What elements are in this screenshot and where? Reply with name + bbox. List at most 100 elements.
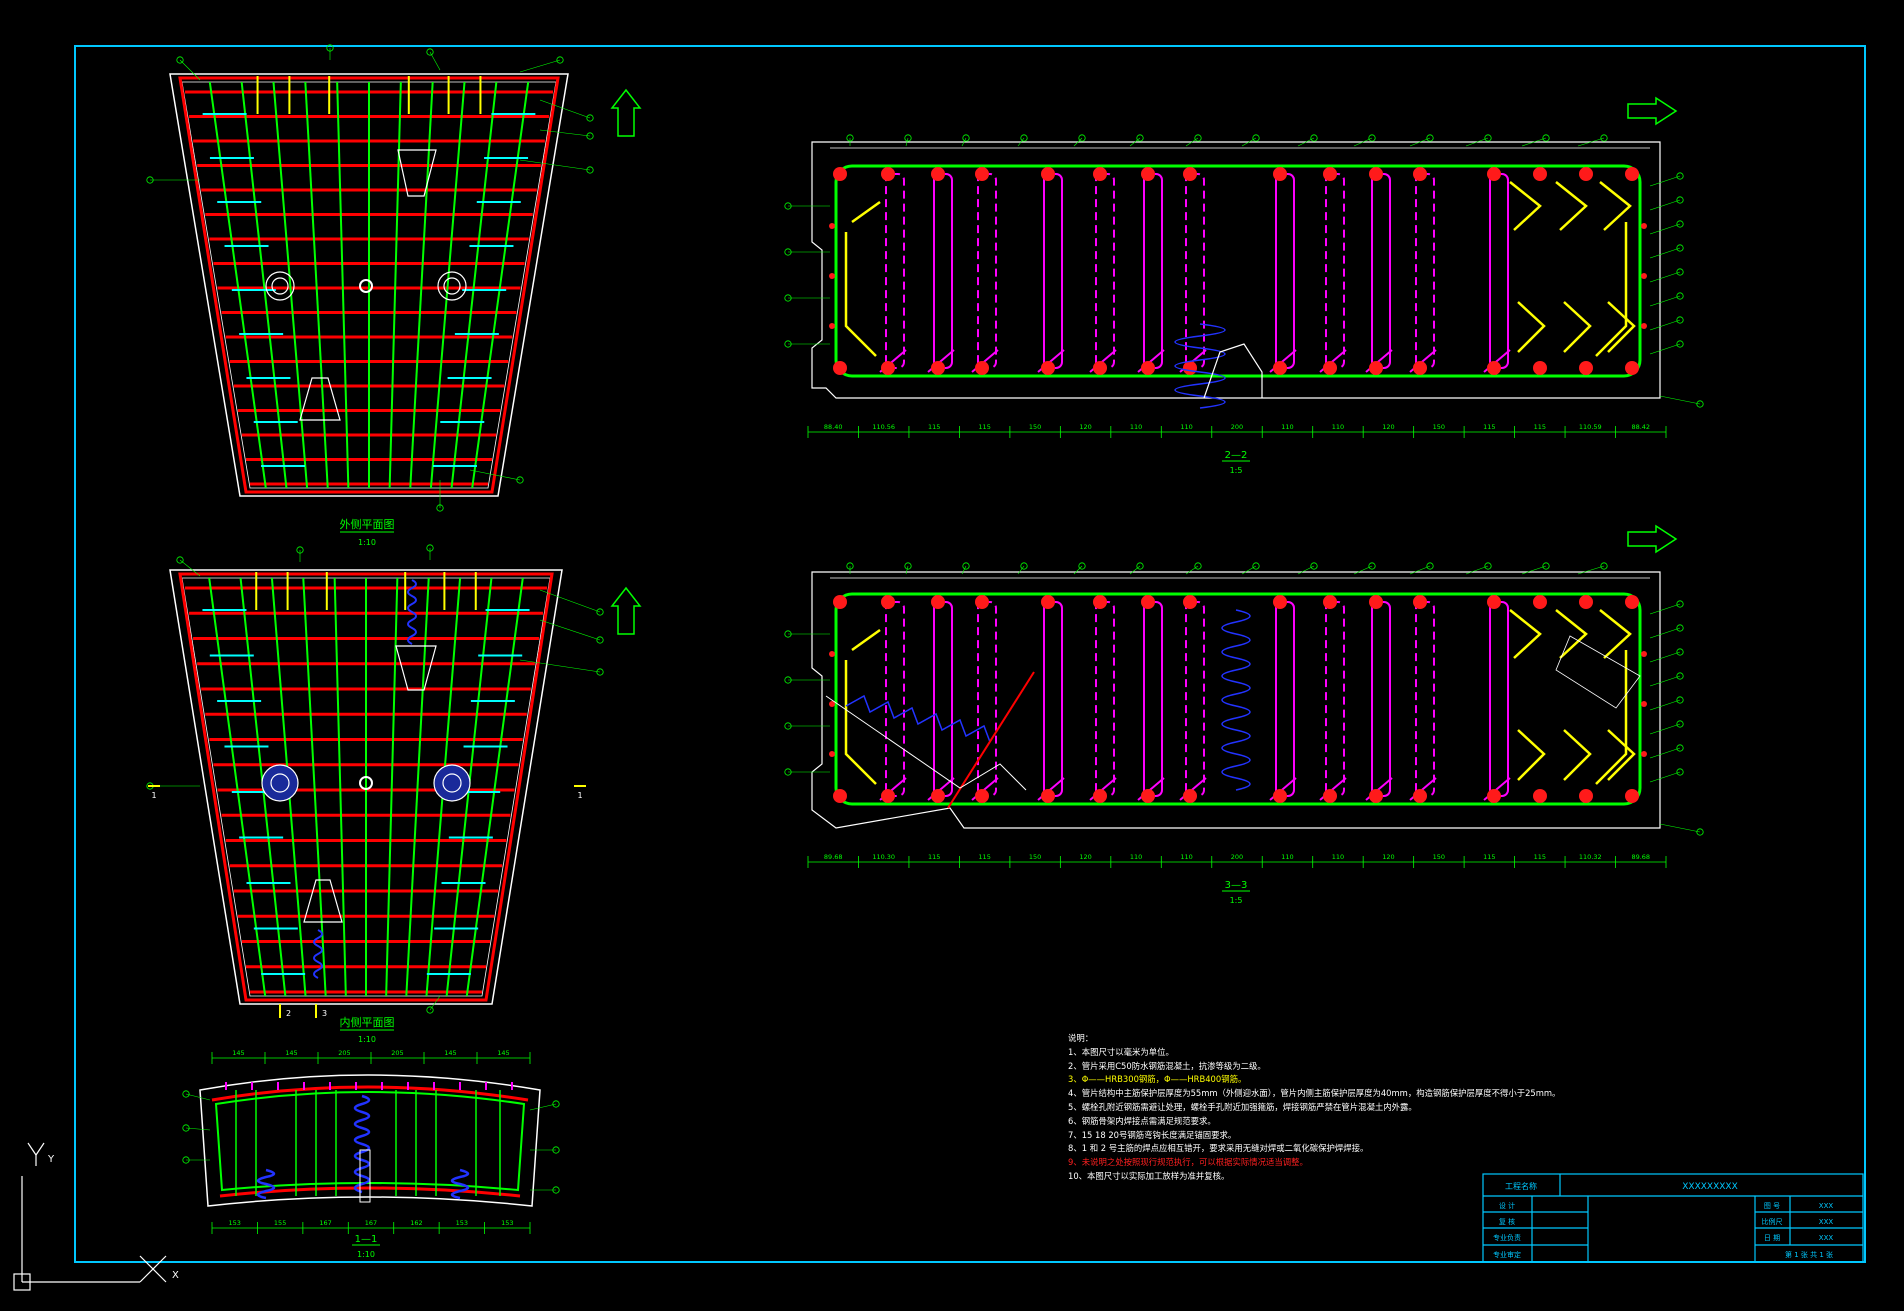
main-rebar-dot — [1183, 789, 1197, 803]
stirrup-loop — [1143, 601, 1163, 797]
main-rebar-dot — [975, 595, 989, 609]
dimension-label: 120 — [1382, 853, 1394, 861]
stirrup-loop — [1415, 173, 1435, 369]
main-rebar-dot — [1323, 167, 1337, 181]
dimension-label: 155 — [274, 1219, 286, 1227]
stirrup-loop — [885, 173, 905, 369]
tie-bar — [1555, 181, 1592, 353]
main-rebar-dot — [1141, 789, 1155, 803]
dimension-label: 145 — [497, 1049, 509, 1057]
section-33-ties — [844, 609, 1636, 785]
section-22-handhole — [1203, 343, 1263, 399]
dimension-label: 115 — [1483, 423, 1495, 431]
inner-plan-bolt-right — [433, 764, 471, 802]
main-rebar-dot — [1369, 789, 1383, 803]
leader-line — [1659, 395, 1701, 405]
main-rebar-dot — [1579, 167, 1593, 181]
dimension-label: 115 — [1534, 853, 1546, 861]
outer-plan-north-arrow — [610, 88, 642, 137]
main-rebar-dot — [1369, 595, 1383, 609]
leader-line — [1649, 295, 1681, 307]
end-tie-left — [844, 200, 881, 357]
section-22-direction-arrow — [1627, 96, 1678, 126]
section-11-callouts — [182, 1090, 560, 1194]
dimension-label: 115 — [1483, 853, 1495, 861]
distribution-dot — [1641, 751, 1647, 757]
leader-line — [1577, 565, 1605, 575]
leader-line — [1649, 271, 1681, 283]
main-rebar-dot — [881, 595, 895, 609]
stirrup-bar — [388, 81, 402, 489]
stirrup-bar — [471, 81, 530, 489]
section-marker-right-1: 1 — [577, 791, 582, 800]
dimension-label: 110 — [1180, 423, 1192, 431]
leader-line — [185, 1127, 211, 1131]
main-rebar-dot — [1093, 361, 1107, 375]
section-33-callouts — [784, 562, 1704, 836]
main-rebar-dot — [1533, 595, 1547, 609]
main-rebar-dot — [1273, 361, 1287, 375]
main-rebar-dot — [1533, 361, 1547, 375]
main-rebar-dot — [1141, 361, 1155, 375]
main-rebar-dot — [931, 595, 945, 609]
main-rebar-dot — [1487, 789, 1501, 803]
title-block-drawing-no-value: XXX — [1819, 1202, 1834, 1210]
tie-bar — [1599, 609, 1636, 781]
section-22-ties — [844, 181, 1636, 357]
note-item: 9、未说明之处按照现行规范执行，可以根据实际情况适当调整。 — [1068, 1157, 1308, 1168]
stirrup-loop — [1325, 173, 1345, 369]
leader-line — [1297, 565, 1315, 575]
main-rebar-dot — [975, 167, 989, 181]
main-rebar-dot — [833, 595, 847, 609]
stirrup-bar — [465, 577, 524, 997]
leader-line — [1649, 319, 1681, 331]
stirrup-bar — [240, 81, 288, 489]
title-block-scale-value: XXX — [1819, 1218, 1834, 1226]
title-block-project-value: XXXXXXXXX — [1682, 1182, 1738, 1192]
main-rebar-dot — [1625, 167, 1639, 181]
dimension-label: 145 — [444, 1049, 456, 1057]
design-notes: 说明： 1、本图尺寸以毫米为单位。 2、管片采用C50防水钢筋混凝土，抗渗等级为… — [1068, 1032, 1568, 1184]
dimension-label: 110 — [1180, 853, 1192, 861]
outer-plan-handhole-bottom — [299, 377, 341, 421]
main-rebar-dot — [1369, 167, 1383, 181]
section-33-direction-arrow — [1627, 524, 1678, 554]
section-marker-3: 3 — [322, 1009, 327, 1018]
section-marker-2: 2 — [286, 1009, 291, 1018]
stirrup-bar — [450, 81, 498, 489]
title-block-scale-label: 比例尺 — [1762, 1217, 1783, 1226]
stirrup-loop — [1043, 601, 1063, 797]
stirrup-bar — [336, 81, 350, 489]
section-22-callouts — [784, 134, 1704, 408]
stirrup-loop — [1371, 173, 1391, 369]
note-item: 8、1 和 2 号主筋的焊点应相互错开，要求采用无缝对焊或二氧化碳保护焊焊接。 — [1068, 1143, 1369, 1154]
main-rebar-dot — [1579, 595, 1593, 609]
main-rebar-dot — [1533, 789, 1547, 803]
outer-plan-stirrups — [208, 81, 530, 489]
dimension-label: 110 — [1281, 853, 1293, 861]
leader-line — [1073, 565, 1083, 575]
main-rebar-dot — [1625, 361, 1639, 375]
dimension-label: 153 — [456, 1219, 468, 1227]
section-22-stirrups — [879, 173, 1511, 373]
title-block-sheet: 第 1 张 共 1 张 — [1785, 1250, 1833, 1259]
section-33-green-cage — [834, 592, 1642, 806]
outer-plan-scale: 1:10 — [358, 538, 376, 547]
tie-bar — [1509, 609, 1546, 781]
dimension-label: 115 — [928, 423, 940, 431]
inner-plan-scale: 1:10 — [358, 1035, 376, 1044]
leader-line — [1649, 723, 1681, 735]
main-rebar-dot — [1413, 167, 1427, 181]
main-rebar-dot — [881, 167, 895, 181]
main-rebar-dot — [1323, 361, 1337, 375]
note-item: 7、15 18 20号钢筋弯钩长度满足锚固要求。 — [1068, 1129, 1237, 1140]
section-33-stirrups — [879, 601, 1511, 801]
distribution-dot — [829, 651, 835, 657]
distribution-dot — [1641, 273, 1647, 279]
leader-line — [961, 565, 967, 575]
dimension-label: 110 — [1281, 423, 1293, 431]
title-block-row-approve: 专业审定 — [1493, 1250, 1521, 1259]
stirrup-loop — [933, 173, 953, 369]
leader-line — [519, 59, 561, 73]
dimension-label: 88.42 — [1631, 423, 1650, 431]
